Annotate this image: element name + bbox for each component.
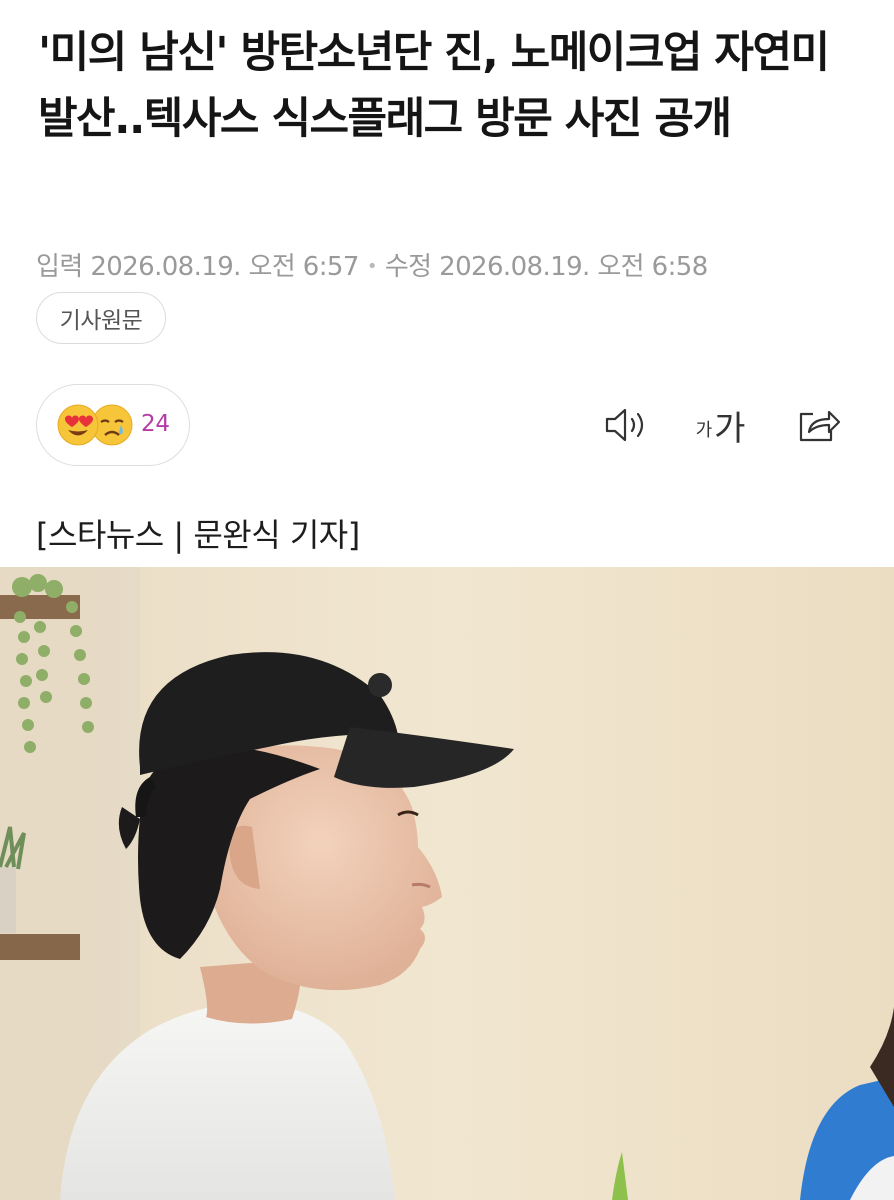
font-small-glyph: 가 xyxy=(695,420,713,441)
article-photo xyxy=(0,567,894,1200)
edit-label: 수정 xyxy=(384,252,432,282)
article-photo-image xyxy=(0,567,894,1200)
font-size-button[interactable]: 가 가 xyxy=(690,400,750,450)
original-article-button[interactable]: 기사원문 xyxy=(36,292,166,344)
share-icon xyxy=(799,410,841,442)
speaker-icon xyxy=(605,408,644,442)
edit-time: 2026.08.19. 오전 6:58 xyxy=(439,252,708,282)
font-big-glyph: 가 xyxy=(714,408,745,449)
byline: [스타뉴스 | 문완식 기자] xyxy=(36,516,360,554)
article-timestamps: 입력 2026.08.19. 오전 6:57 • 수정 2026.08.19. 오전… xyxy=(36,246,708,283)
input-label: 입력 xyxy=(36,252,83,282)
reaction-count: 24 xyxy=(141,411,170,437)
share-button[interactable] xyxy=(790,400,846,450)
input-time: 2026.08.19. 오전 6:57 xyxy=(90,252,359,282)
reaction-button[interactable]: 24 xyxy=(36,384,190,466)
separator-dot: • xyxy=(366,256,378,277)
text-to-speech-button[interactable] xyxy=(598,400,654,450)
heart-eyes-emoji-icon xyxy=(57,404,99,446)
article-headline: '미의 남신' 방탄소년단 진, 노메이크업 자연미 발산..텍사스 식스플래그… xyxy=(38,28,830,144)
